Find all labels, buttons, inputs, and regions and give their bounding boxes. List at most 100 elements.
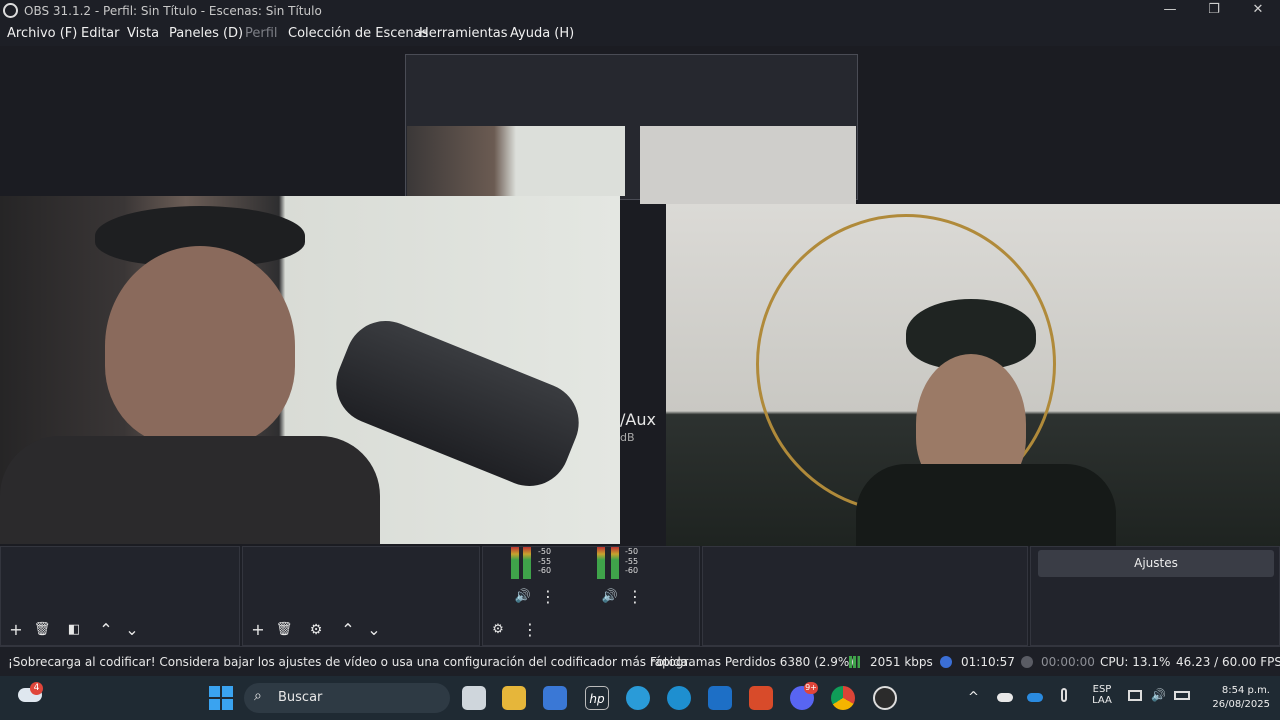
audio-meter-2b: [611, 547, 619, 579]
obs-logo-icon: [3, 3, 18, 18]
webcam-source-right[interactable]: [666, 204, 1280, 546]
menu-ayuda[interactable]: Ayuda (H): [510, 26, 574, 41]
outlook-icon[interactable]: [708, 686, 732, 710]
speaker-icon[interactable]: 🔊: [599, 586, 621, 608]
move-up-icon[interactable]: ⌃: [95, 619, 117, 641]
fps-counter: 46.23 / 60.00 FPS: [1176, 655, 1280, 669]
scenes-toolbar: + 🗑 ◧ ⌃ ⌄: [1, 615, 241, 647]
settings-button[interactable]: Ajustes: [1038, 550, 1274, 577]
search-placeholder: Buscar: [278, 690, 323, 705]
face-shape: [105, 246, 295, 446]
more-options-icon[interactable]: ⋮: [537, 586, 559, 608]
stream-time: 01:10:57: [961, 655, 1015, 669]
office-app-icon[interactable]: [749, 686, 773, 710]
clock-date: 26/08/2025: [1212, 699, 1270, 710]
clock[interactable]: 8:54 p.m. 26/08/2025: [1198, 684, 1270, 712]
chrome-icon[interactable]: [831, 686, 855, 710]
scale-label: -50: [538, 547, 552, 556]
move-down-icon[interactable]: ⌄: [121, 619, 143, 641]
scale-label: -55: [538, 556, 552, 566]
keyboard-language[interactable]: ESP LAA: [1092, 684, 1112, 706]
status-bar: ¡Sobrecarga al codificar! Considera baja…: [0, 646, 1280, 676]
cpu-usage: CPU: 13.1%: [1100, 655, 1171, 669]
speaker-icon[interactable]: 🔊: [512, 586, 534, 608]
show-hidden-icons-chevron[interactable]: ^: [968, 690, 979, 705]
taskbar-search-box[interactable]: ⌕ Buscar: [244, 683, 450, 713]
audio-meter-1: [511, 547, 519, 579]
audio-mixer-dock: -50 -55 -60 -50 -55 -60 🔊 ⋮ 🔊 ⋮ ⚙ ⋮: [482, 546, 700, 646]
menu-bar: Archivo (F) Editar Vista Paneles (D) Per…: [0, 22, 1280, 46]
recording-icon: [1021, 656, 1033, 668]
discord-badge: 9+: [804, 682, 818, 694]
sources-toolbar: + 🗑 ⚙ ⌃ ⌄: [243, 615, 481, 647]
file-explorer-icon[interactable]: [502, 686, 526, 710]
dropped-frames: Fotogramas Perdidos 6380 (2.9%): [650, 655, 854, 669]
nested-webcam-left: [407, 126, 625, 196]
mixer-menu-icon[interactable]: ⋮: [519, 619, 541, 641]
menu-archivo[interactable]: Archivo (F): [7, 26, 77, 41]
edge-icon[interactable]: [667, 686, 691, 710]
remove-source-icon[interactable]: 🗑: [273, 619, 295, 641]
microsoft-store-icon[interactable]: [543, 686, 567, 710]
close-button[interactable]: ✕: [1240, 1, 1276, 21]
remove-scene-icon[interactable]: 🗑: [31, 619, 53, 641]
browser-icon[interactable]: [626, 686, 650, 710]
audio-scale-2: -50 -55 -60: [625, 547, 638, 576]
move-up-icon[interactable]: ⌃: [337, 619, 359, 641]
menu-perfil[interactable]: Perfil: [245, 26, 278, 41]
preview-canvas[interactable]: /Aux dB: [0, 46, 1280, 546]
windows-taskbar: 4 ⌕ Buscar hp 9+ ^ ESP LAA 🔊 8:54 p.m. 2…: [0, 676, 1280, 720]
hoodie-shape: [0, 436, 380, 544]
nested-webcam-right: [640, 126, 856, 204]
onedrive-icon[interactable]: [1027, 693, 1043, 702]
minimize-button[interactable]: —: [1152, 1, 1188, 21]
encoder-overload-warning: ¡Sobrecarga al codificar! Considera baja…: [8, 655, 692, 669]
bitrate: 2051 kbps: [870, 655, 933, 669]
task-view-icon[interactable]: [462, 686, 486, 710]
clock-time: 8:54 p.m.: [1221, 685, 1270, 696]
weather-badge: 4: [30, 682, 43, 695]
maximize-button[interactable]: ❐: [1196, 1, 1232, 21]
signal-strength-icon: [849, 656, 863, 668]
menu-herramientas[interactable]: Herramientas: [419, 26, 508, 41]
cloud-icon[interactable]: [997, 693, 1013, 702]
streaming-icon: [940, 656, 952, 668]
sources-dock: + 🗑 ⚙ ⌃ ⌄: [242, 546, 480, 646]
more-options-icon[interactable]: ⋮: [624, 586, 646, 608]
battery-icon[interactable]: [1174, 691, 1190, 700]
obs-taskbar-icon[interactable]: [873, 686, 897, 710]
audio-channel-label: /Aux: [620, 410, 656, 429]
menu-coleccion-escenas[interactable]: Colección de Escenas: [288, 26, 428, 41]
shirt-shape: [856, 464, 1116, 546]
hp-app-icon[interactable]: hp: [585, 686, 609, 710]
webcam-source-left[interactable]: [0, 196, 620, 544]
layout-code: LAA: [1092, 695, 1112, 706]
search-icon: ⌕: [254, 688, 262, 704]
menu-paneles[interactable]: Paneles (D): [169, 26, 243, 41]
audio-scale-1: -50 -55 -60: [538, 547, 551, 576]
scale-label: -55: [625, 556, 639, 566]
window-title: OBS 31.1.2 - Perfil: Sin Título - Escena…: [24, 4, 322, 18]
scene-filters-icon[interactable]: ◧: [63, 619, 85, 641]
move-down-icon[interactable]: ⌄: [363, 619, 385, 641]
audio-meter-1b: [523, 547, 531, 579]
scenes-dock: + 🗑 ◧ ⌃ ⌄: [0, 546, 240, 646]
volume-icon[interactable]: 🔊: [1151, 688, 1166, 702]
scale-label: -60: [538, 566, 552, 576]
audio-meter-2: [597, 547, 605, 579]
microphone-icon[interactable]: [1061, 688, 1067, 702]
add-scene-icon[interactable]: +: [5, 619, 27, 641]
language-code: ESP: [1092, 684, 1112, 695]
audio-advanced-gear-icon[interactable]: ⚙: [487, 619, 509, 641]
network-icon[interactable]: [1128, 690, 1142, 701]
title-bar: OBS 31.1.2 - Perfil: Sin Título - Escena…: [0, 0, 1280, 22]
source-properties-icon[interactable]: ⚙: [305, 619, 327, 641]
scale-label: -60: [625, 566, 639, 576]
menu-editar[interactable]: Editar: [81, 26, 120, 41]
scale-label: -50: [625, 547, 639, 556]
start-menu-icon[interactable]: [209, 686, 233, 710]
audio-db-label: dB: [620, 431, 635, 444]
menu-vista[interactable]: Vista: [127, 26, 159, 41]
add-source-icon[interactable]: +: [247, 619, 269, 641]
record-time: 00:00:00: [1041, 655, 1095, 669]
